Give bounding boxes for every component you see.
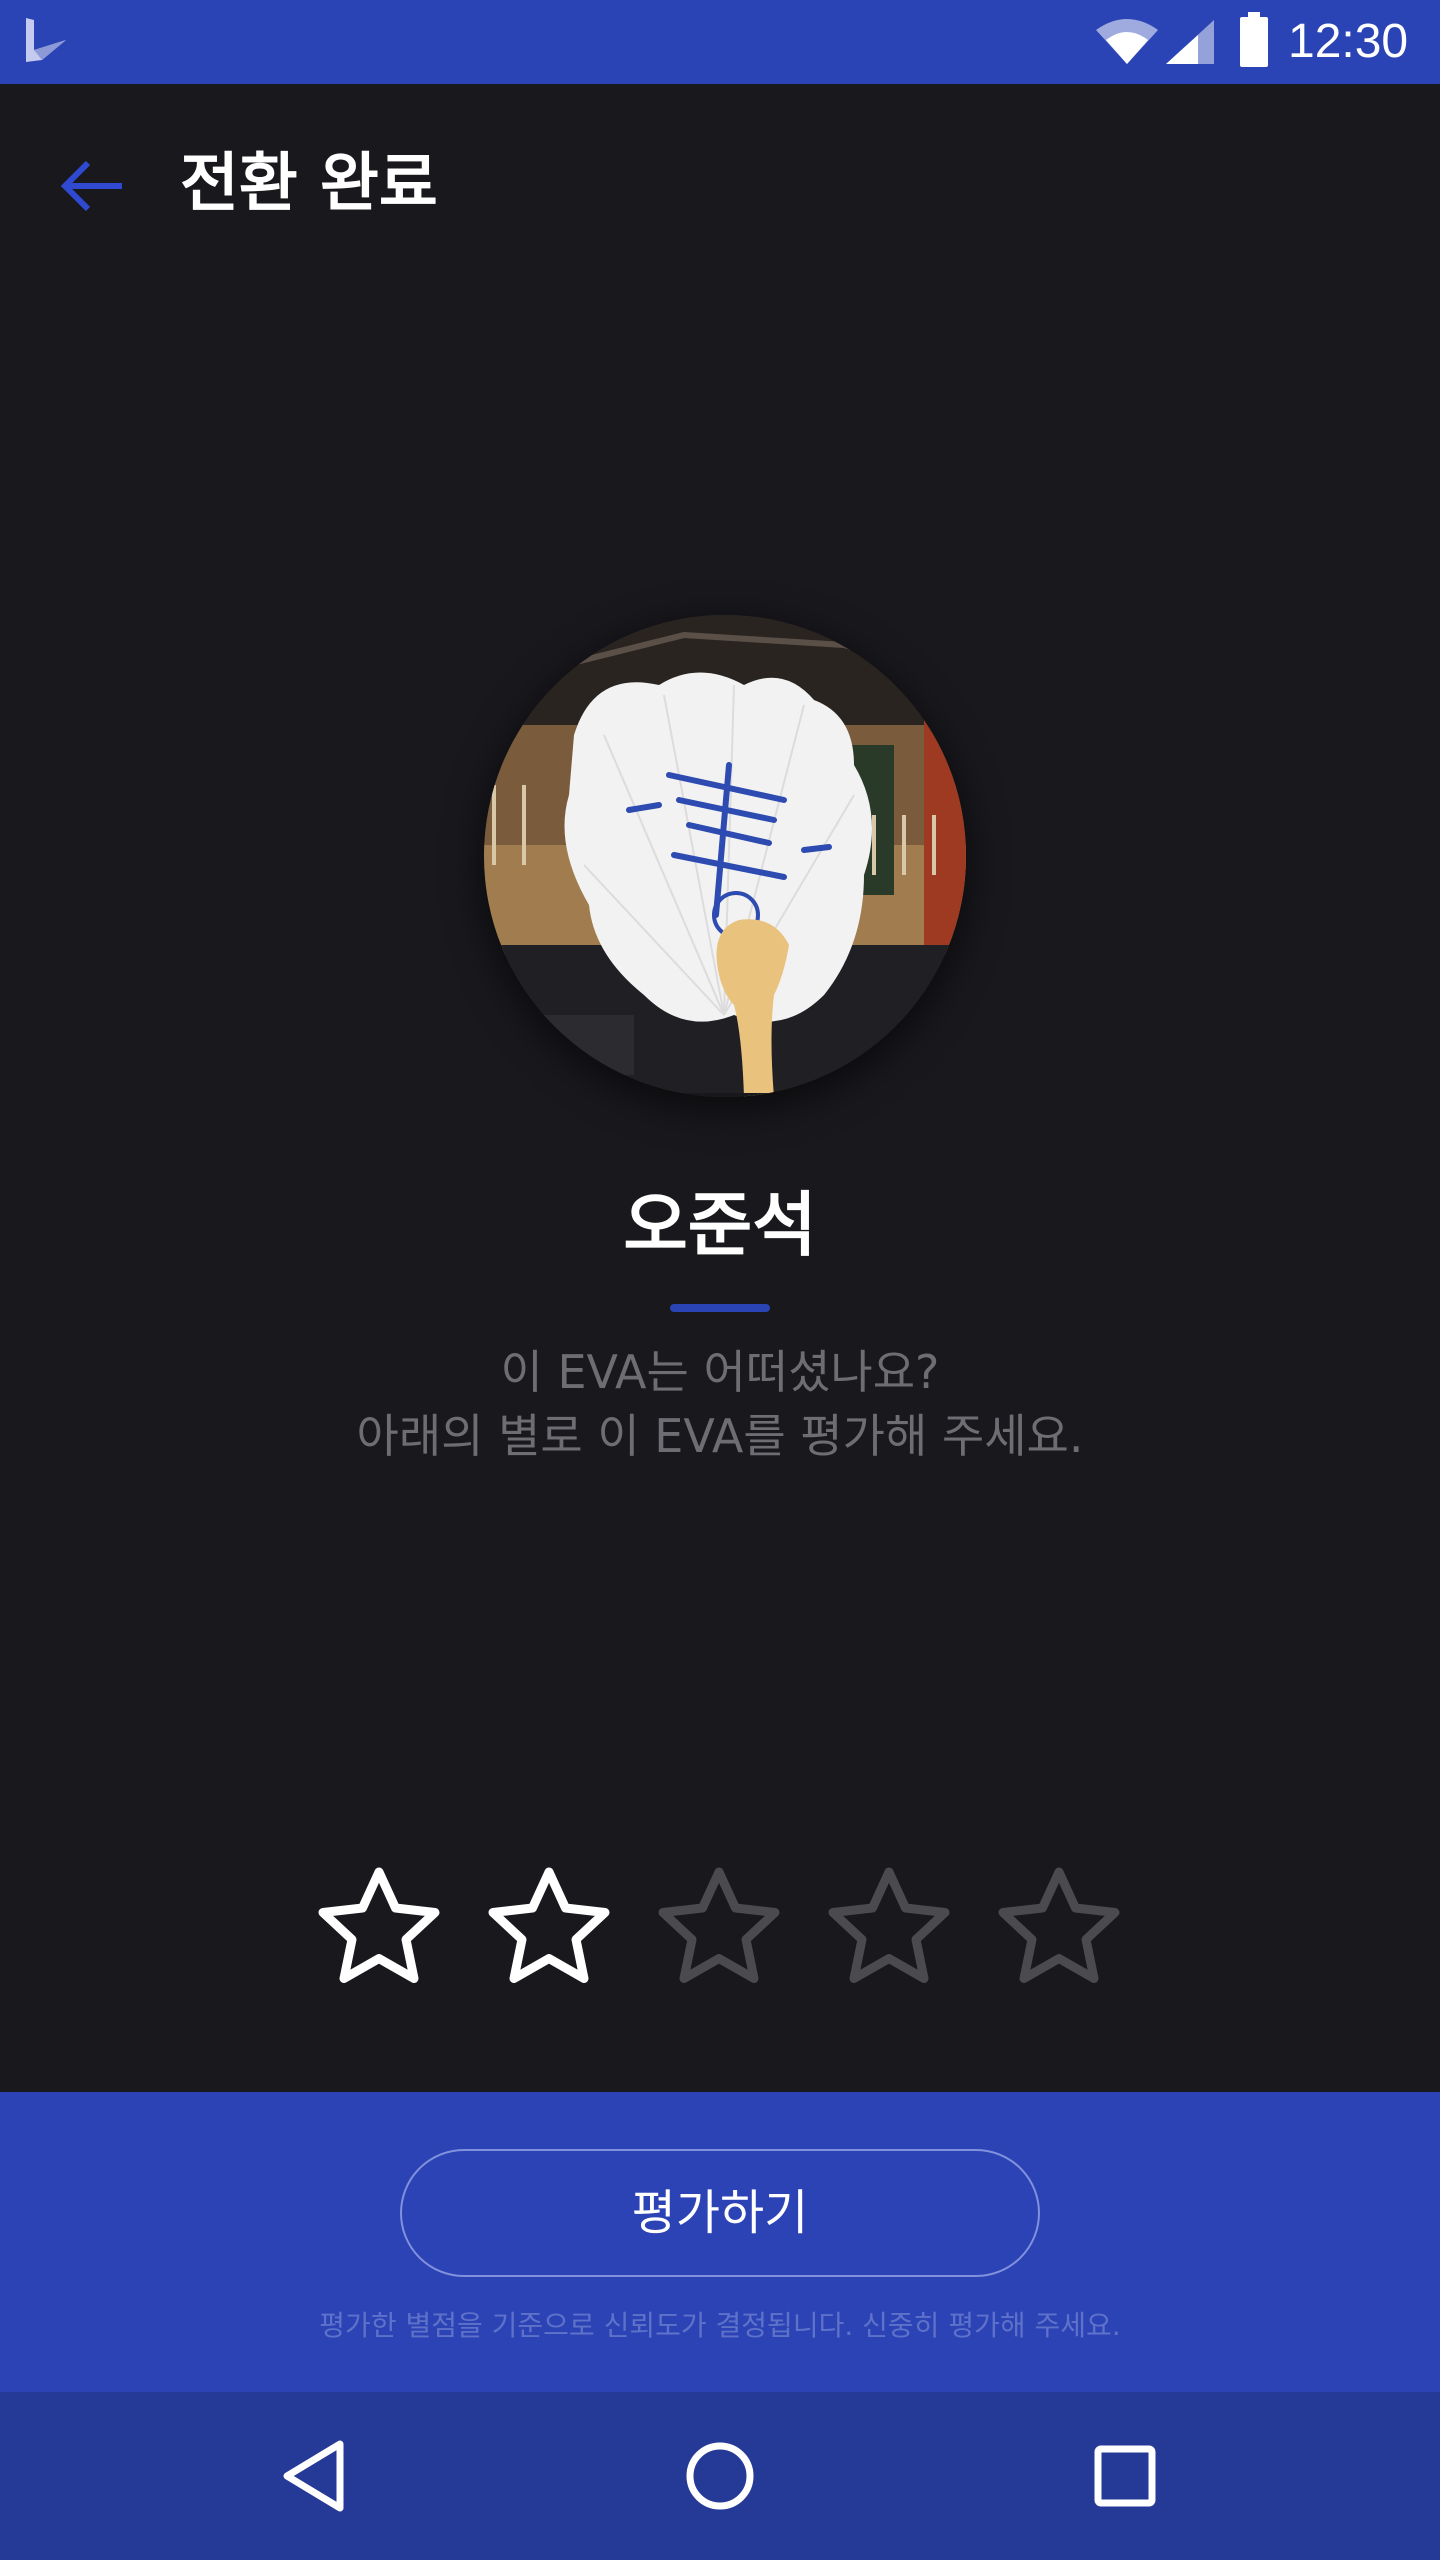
star-3-button[interactable] [649, 1860, 789, 2000]
app-bar: 전환 완료 [0, 84, 1440, 280]
rating-prompt: 이 EVA는 어떠셨나요? 아래의 별로 이 EVA를 평가해 주세요. [0, 1340, 1440, 1468]
status-time: 12:30 [1288, 15, 1409, 68]
nav-back-button[interactable] [265, 2426, 365, 2526]
star-icon [318, 1867, 440, 1983]
star-5-button[interactable] [989, 1860, 1129, 2000]
back-button[interactable] [44, 138, 140, 234]
app-screen: 12:30 전환 완료 오준석 이 EVA는 어떠셨나요? 아래의 별로 이 E… [0, 0, 1440, 2560]
rating-prompt-line2: 아래의 별로 이 EVA를 평가해 주세요. [356, 1409, 1084, 1463]
disclaimer-text: 평가한 별점을 기준으로 신뢰도가 결정됩니다. 신중히 평가해 주세요. [319, 2309, 1121, 2342]
rating-prompt-line1: 이 EVA는 어떠셨나요? [500, 1345, 940, 1399]
star-rating [0, 1860, 1440, 2000]
star-icon [998, 1867, 1120, 1983]
battery-icon [1240, 12, 1268, 67]
star-1-button[interactable] [309, 1860, 449, 2000]
avatar-photo [484, 615, 966, 1097]
rate-button[interactable]: 평가하기 [400, 2149, 1040, 2277]
avatar [484, 615, 966, 1097]
star-icon [658, 1867, 780, 1983]
back-triangle-icon [283, 2440, 344, 2512]
user-name: 오준석 [623, 1184, 817, 1266]
wifi-icon [1096, 19, 1158, 64]
nav-home-button[interactable] [670, 2426, 770, 2526]
system-nav-bar [0, 2392, 1440, 2560]
star-icon [488, 1867, 610, 1983]
star-icon [828, 1867, 950, 1983]
page-title: 전환 완료 [180, 147, 438, 221]
star-2-button[interactable] [479, 1860, 619, 2000]
recents-square-icon [1094, 2445, 1156, 2507]
nav-recents-button[interactable] [1075, 2426, 1175, 2526]
arrow-left-icon [60, 160, 122, 212]
home-circle-icon [686, 2442, 754, 2510]
signal-icon [1166, 20, 1214, 64]
bottom-panel: 평가하기 평가한 별점을 기준으로 신뢰도가 결정됩니다. 신중히 평가해 주세… [0, 2092, 1440, 2392]
star-4-button[interactable] [819, 1860, 959, 2000]
app-logo-icon [26, 18, 66, 62]
status-bar: 12:30 [0, 0, 1440, 84]
name-underline [670, 1304, 770, 1312]
